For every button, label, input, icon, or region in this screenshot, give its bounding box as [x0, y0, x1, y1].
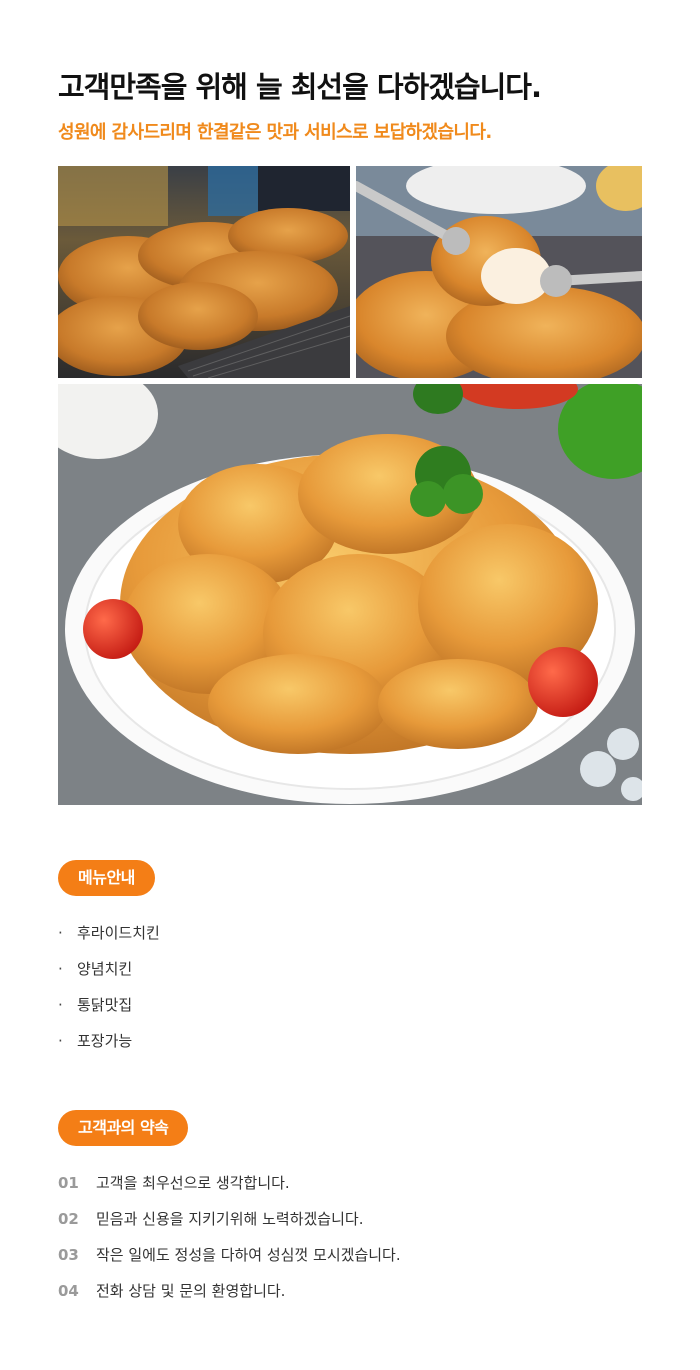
page-subtitle: 성원에 감사드리며 한결같은 맛과 서비스로 보답하겠습니다. — [58, 122, 492, 143]
list-item: · 후라이드치킨 — [58, 918, 160, 954]
menu-item-label: 양념치킨 — [77, 960, 133, 978]
bullet-icon: · — [58, 924, 63, 942]
list-item: · 포장가능 — [58, 1026, 160, 1062]
promise-text: 믿음과 신용을 지키기위해 노력하겠습니다. — [96, 1210, 364, 1228]
list-item: · 통닭맛집 — [58, 990, 160, 1026]
menu-item-label: 후라이드치킨 — [77, 924, 160, 942]
promise-number: 02 — [58, 1210, 79, 1228]
menu-item-label: 포장가능 — [77, 1032, 133, 1050]
promise-heading-badge: 고객과의 약속 — [58, 1110, 189, 1146]
page-title: 고객만족을 위해 늘 최선을 다하겠습니다. — [58, 70, 542, 104]
menu-heading-badge: 메뉴안내 — [58, 860, 155, 896]
list-item: · 양념치킨 — [58, 954, 160, 990]
promise-number: 01 — [58, 1174, 79, 1192]
page: 고객만족을 위해 늘 최선을 다하겠습니다. 성원에 감사드리며 한결같은 맛과… — [0, 0, 700, 1370]
promise-text: 작은 일에도 정성을 다하여 성심껏 모시겠습니다. — [96, 1246, 401, 1264]
menu-list: · 후라이드치킨 · 양념치킨 · 통닭맛집 · 포장가능 — [58, 918, 160, 1062]
promise-number: 04 — [58, 1282, 79, 1300]
promise-list: 01 고객을 최우선으로 생각합니다. 02 믿음과 신용을 지키기위해 노력하겠습… — [58, 1168, 401, 1312]
bullet-icon: · — [58, 960, 63, 978]
fried-chicken-tray-photo — [58, 166, 350, 378]
menu-item-label: 통닭맛집 — [77, 996, 133, 1014]
list-item: 03 작은 일에도 정성을 다하여 성심껏 모시겠습니다. — [58, 1240, 401, 1276]
list-item: 02 믿음과 신용을 지키기위해 노력하겠습니다. — [58, 1204, 401, 1240]
promise-number: 03 — [58, 1246, 79, 1264]
promise-text: 고객을 최우선으로 생각합니다. — [96, 1174, 290, 1192]
chicken-platter-photo — [58, 384, 642, 805]
chicken-with-tongs-photo — [356, 166, 642, 378]
bullet-icon: · — [58, 1032, 63, 1050]
bullet-icon: · — [58, 996, 63, 1014]
promise-text: 전화 상담 및 문의 환영합니다. — [96, 1282, 286, 1300]
list-item: 04 전화 상담 및 문의 환영합니다. — [58, 1276, 401, 1312]
list-item: 01 고객을 최우선으로 생각합니다. — [58, 1168, 401, 1204]
